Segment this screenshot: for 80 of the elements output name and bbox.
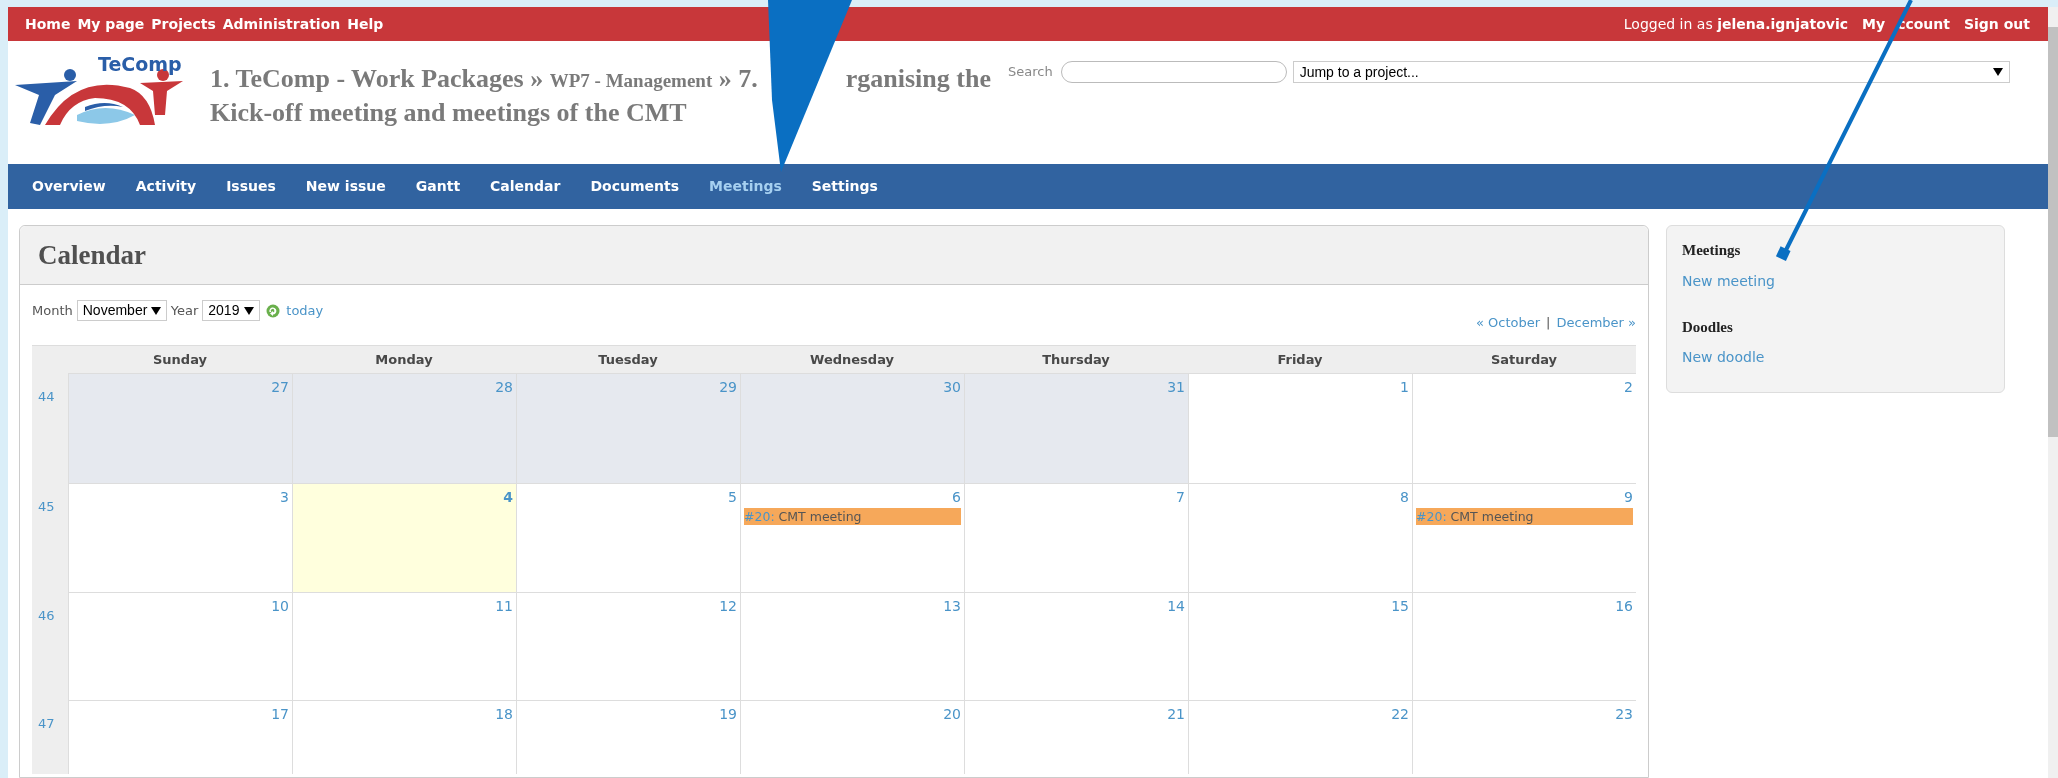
- nav-tab[interactable]: Issues: [218, 176, 284, 197]
- calendar-title: Calendar: [38, 238, 146, 272]
- day-number: 16: [1615, 597, 1633, 616]
- day-name-header: Thursday: [1041, 350, 1111, 369]
- refresh-icon[interactable]: [266, 303, 281, 318]
- scrollbar[interactable]: [2048, 7, 2058, 778]
- day-number: 18: [495, 705, 513, 724]
- sidebar-link[interactable]: New doodle: [1682, 347, 1989, 368]
- top-menu-link[interactable]: Home: [25, 13, 71, 35]
- day-number: 10: [271, 597, 289, 616]
- day-number: 13: [943, 597, 961, 616]
- nav-tab[interactable]: New issue: [297, 176, 394, 197]
- day-number: 30: [943, 378, 961, 397]
- search-label: Search: [1008, 63, 1053, 82]
- day-number: 7: [1176, 488, 1185, 507]
- day-number: 17: [271, 705, 289, 724]
- nav-tab[interactable]: Gantt: [407, 176, 469, 197]
- sidebar-heading: Meetings: [1682, 241, 1742, 260]
- day-name-header: Sunday: [152, 350, 208, 369]
- day-number: 28: [495, 378, 513, 397]
- day-number: 31: [1167, 378, 1185, 397]
- day-number: 22: [1391, 705, 1409, 724]
- top-menu-link[interactable]: My page: [77, 13, 145, 35]
- day-name-header: Saturday: [1489, 350, 1559, 369]
- nav-tab[interactable]: Settings: [803, 176, 886, 197]
- top-menu-link[interactable]: Projects: [151, 13, 216, 35]
- day-number: 23: [1615, 705, 1633, 724]
- logo-text: TeComp: [98, 52, 182, 77]
- search-field[interactable]: [1060, 61, 1287, 83]
- month-label: Month: [32, 301, 73, 320]
- meeting-event[interactable]: #20: CMT meeting: [744, 508, 961, 525]
- week-number: 47: [32, 700, 68, 774]
- week-number: 44: [32, 373, 68, 483]
- caret-icon: [244, 306, 255, 315]
- day-number: 12: [719, 597, 737, 616]
- day-name-header: Tuesday: [597, 350, 659, 369]
- day-number: 21: [1167, 705, 1185, 724]
- caret-icon: [150, 306, 161, 315]
- day-number: 14: [1167, 597, 1185, 616]
- day-name-header: Wednesday: [809, 350, 895, 369]
- pager-separator: |: [1546, 313, 1551, 332]
- year-select[interactable]: 2019: [202, 300, 261, 321]
- day-number: 4: [503, 488, 513, 507]
- top-menu-link[interactable]: Administration: [222, 13, 341, 35]
- week-number: 46: [32, 592, 68, 700]
- today-link[interactable]: today: [286, 300, 324, 321]
- day-number: 19: [719, 705, 737, 724]
- day-number: 2: [1624, 378, 1633, 397]
- sign-out-link[interactable]: Sign out: [1963, 13, 2030, 35]
- day-number: 9: [1624, 488, 1633, 507]
- day-number: 15: [1391, 597, 1409, 616]
- day-number: 8: [1400, 488, 1409, 507]
- day-number: 11: [495, 597, 513, 616]
- meeting-event[interactable]: #20: CMT meeting: [1416, 508, 1633, 525]
- next-month-link[interactable]: December »: [1556, 312, 1636, 332]
- day-number: 27: [271, 378, 289, 397]
- day-number: 6: [952, 488, 961, 507]
- project-title: 1. TeComp - Work Packages » WP7 - Management » 7. rganising the Kick-off meeting and meetings of the CMT: [210, 63, 992, 129]
- nav-tab[interactable]: Activity: [127, 176, 205, 197]
- day-number: 3: [280, 488, 289, 507]
- month-select[interactable]: November: [76, 300, 167, 321]
- day-number: 5: [728, 488, 737, 507]
- sidebar-heading: Doodles: [1682, 317, 1734, 337]
- sidebar-link[interactable]: New meeting: [1682, 270, 1989, 292]
- caret-icon: [1992, 68, 2003, 76]
- day-number: 29: [719, 378, 737, 397]
- logged-in-text: Logged in as jelena.ignjatovic: [1623, 14, 1849, 34]
- nav-tab[interactable]: Overview: [24, 176, 114, 197]
- project-jump-select[interactable]: Jump to a project...: [1292, 61, 2010, 83]
- nav-tab[interactable]: Documents: [582, 176, 688, 197]
- top-menu-link[interactable]: Help: [347, 13, 384, 35]
- day-number: 20: [943, 705, 961, 724]
- day-number: 1: [1400, 378, 1409, 397]
- day-name-header: Friday: [1276, 350, 1324, 369]
- previous-month-link[interactable]: « October: [1476, 312, 1541, 332]
- nav-tab[interactable]: Meetings: [701, 176, 790, 197]
- nav-tab[interactable]: Calendar: [482, 176, 569, 197]
- week-number: 45: [32, 483, 68, 592]
- year-label: Year: [170, 301, 199, 320]
- day-name-header: Monday: [374, 350, 434, 369]
